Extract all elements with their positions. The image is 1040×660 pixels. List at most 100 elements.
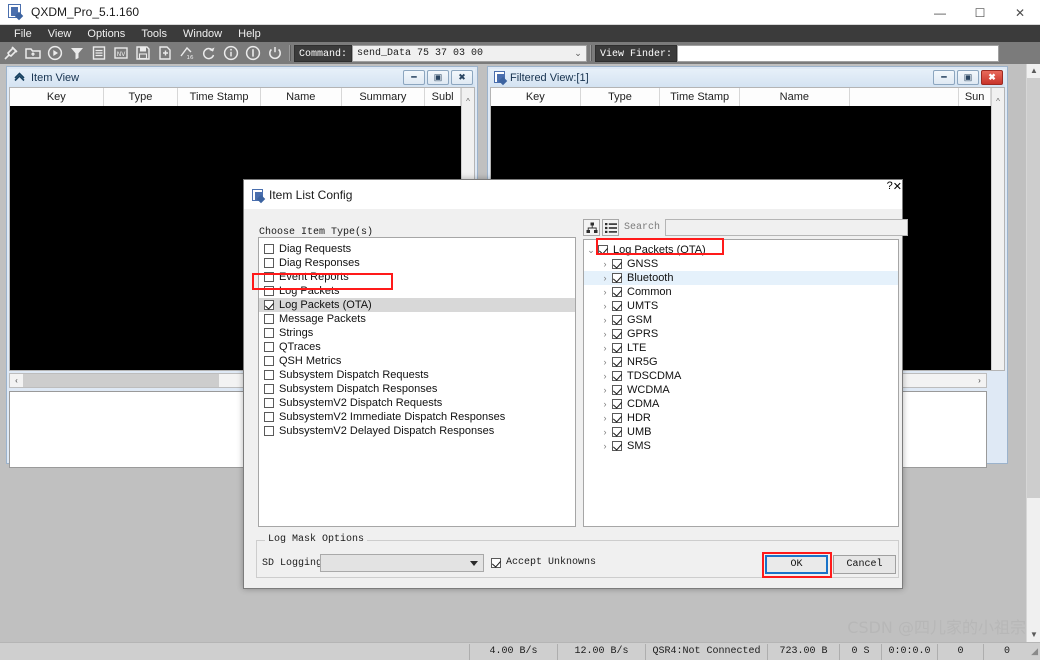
checkbox-tree-cdma[interactable]: [612, 399, 622, 409]
item-type-row-subsystemv2-immediate-dispatch-responses[interactable]: SubsystemV2 Immediate Dispatch Responses: [259, 410, 575, 424]
checkbox-strings[interactable]: [264, 328, 274, 338]
collapsed-chevron-icon[interactable]: ›: [598, 427, 612, 437]
tree-row-hdr[interactable]: › HDR: [584, 411, 898, 425]
alert-icon[interactable]: [243, 43, 263, 63]
collapsed-chevron-icon[interactable]: ›: [598, 287, 612, 297]
item-type-row-subsystemv2-delayed-dispatch-responses[interactable]: SubsystemV2 Delayed Dispatch Responses: [259, 424, 575, 438]
tree-row-wcdma[interactable]: › WCDMA: [584, 383, 898, 397]
checkbox-tree-gprs[interactable]: [612, 329, 622, 339]
item-type-row-diag-responses[interactable]: Diag Responses: [259, 256, 575, 270]
cancel-button[interactable]: Cancel: [833, 555, 896, 574]
maximize-button[interactable]: ☐: [960, 0, 1000, 25]
collapsed-chevron-icon[interactable]: ›: [598, 357, 612, 367]
column-header-type[interactable]: Type: [104, 88, 179, 106]
item-type-row-diag-requests[interactable]: Diag Requests: [259, 242, 575, 256]
checkbox-message-packets[interactable]: [264, 314, 274, 324]
save-icon[interactable]: [133, 43, 153, 63]
collapsed-chevron-icon[interactable]: ›: [598, 343, 612, 353]
column-header-key[interactable]: Key: [10, 88, 104, 106]
collapsed-chevron-icon[interactable]: ›: [598, 329, 612, 339]
filtered-view-restore-button[interactable]: ▣: [957, 70, 979, 85]
item-type-row-message-packets[interactable]: Message Packets: [259, 312, 575, 326]
connect-plug-icon[interactable]: [1, 43, 21, 63]
checkbox-tree-common[interactable]: [612, 287, 622, 297]
collapsed-chevron-icon[interactable]: ›: [598, 441, 612, 451]
tree-row-sms[interactable]: › SMS: [584, 439, 898, 453]
ok-button[interactable]: OK: [765, 555, 828, 574]
accept-unknowns-row[interactable]: Accept Unknowns: [491, 557, 596, 568]
filtered-view-vertical-scrollbar[interactable]: [991, 106, 1004, 370]
checkbox-diag-responses[interactable]: [264, 258, 274, 268]
item-type-row-subsystemv2-dispatch-requests[interactable]: SubsystemV2 Dispatch Requests: [259, 396, 575, 410]
tree-view-icon[interactable]: [583, 219, 600, 236]
nv-browser-icon[interactable]: NV: [111, 43, 131, 63]
refresh-icon[interactable]: [199, 43, 219, 63]
chevron-down-icon[interactable]: [470, 561, 478, 566]
item-type-row-qtraces[interactable]: QTraces: [259, 340, 575, 354]
tree-row-gnss[interactable]: › GNSS: [584, 257, 898, 271]
tree-row-log-packets-ota-root[interactable]: ⌄ Log Packets (OTA): [584, 243, 898, 257]
view-finder-input[interactable]: [678, 45, 999, 61]
tree-row-cdma[interactable]: › CDMA: [584, 397, 898, 411]
item-view-restore-button[interactable]: ▣: [427, 70, 449, 85]
checkbox-tree-wcdma[interactable]: [612, 385, 622, 395]
checkbox-subsystemv2-immediate-dispatch-responses[interactable]: [264, 412, 274, 422]
fv-column-header-type[interactable]: Type: [581, 88, 661, 106]
collapsed-chevron-icon[interactable]: ›: [598, 371, 612, 381]
fv-column-header-time-stamp[interactable]: Time Stamp: [660, 88, 741, 106]
checkbox-tree-log-packets-ota[interactable]: [598, 245, 608, 255]
power-icon[interactable]: [265, 43, 285, 63]
command-combo[interactable]: ⌄: [352, 44, 588, 62]
collapsed-chevron-icon[interactable]: ›: [598, 301, 612, 311]
checkbox-event-reports[interactable]: [264, 272, 274, 282]
checkbox-tree-gsm[interactable]: [612, 315, 622, 325]
fv-column-header-name[interactable]: Name: [740, 88, 850, 106]
scroll-left-arrow-icon[interactable]: ‹: [10, 376, 23, 385]
tree-row-tdscdma[interactable]: › TDSCDMA: [584, 369, 898, 383]
item-list-config-dialog[interactable]: Item List Config ? ✕ Choose Item Type(s)…: [243, 179, 909, 589]
checkbox-tree-tdscdma[interactable]: [612, 371, 622, 381]
collapsed-chevron-icon[interactable]: ›: [598, 399, 612, 409]
checkbox-qsh-metrics[interactable]: [264, 356, 274, 366]
checkbox-tree-nr5g[interactable]: [612, 357, 622, 367]
fv-column-header-key[interactable]: Key: [491, 88, 581, 106]
column-header-summary[interactable]: Summary: [342, 88, 426, 106]
item-view-close-button[interactable]: ✖: [451, 70, 473, 85]
checkbox-tree-umb[interactable]: [612, 427, 622, 437]
tree-row-lte[interactable]: › LTE: [584, 341, 898, 355]
fv-column-header-sun[interactable]: Sun: [959, 88, 992, 106]
item-type-row-event-reports[interactable]: Event Reports: [259, 270, 575, 284]
mdi-scroll-down-arrow-icon[interactable]: ▼: [1027, 628, 1040, 642]
view-finder-field[interactable]: [677, 44, 1000, 62]
list-view-icon[interactable]: [602, 219, 619, 236]
mdi-vertical-scrollbar[interactable]: ▲ ▼: [1026, 64, 1040, 642]
item-view-hscroll-thumb[interactable]: [23, 374, 219, 387]
column-header-subl[interactable]: Subl: [425, 88, 462, 106]
tree-row-common[interactable]: › Common: [584, 285, 898, 299]
expanded-chevron-icon[interactable]: ⌄: [584, 245, 598, 256]
item-types-listbox[interactable]: Diag Requests Diag Responses Event Repor…: [258, 237, 576, 527]
checkbox-subsystem-dispatch-responses[interactable]: [264, 384, 274, 394]
tree-row-bluetooth[interactable]: › Bluetooth: [584, 271, 898, 285]
filter-icon[interactable]: [67, 43, 87, 63]
menu-item-help[interactable]: Help: [230, 27, 269, 41]
collapsed-chevron-icon[interactable]: ›: [598, 259, 612, 269]
scroll-right-arrow-icon[interactable]: ›: [973, 376, 986, 385]
command-input[interactable]: [353, 45, 559, 61]
column-header-time-stamp[interactable]: Time Stamp: [178, 88, 261, 106]
info-icon[interactable]: [221, 43, 241, 63]
checkbox-accept-unknowns[interactable]: [491, 557, 501, 568]
log-packets-tree[interactable]: ⌄ Log Packets (OTA) › GNSS › Bluetooth ›: [583, 239, 899, 527]
checkbox-tree-umts[interactable]: [612, 301, 622, 311]
checkbox-subsystemv2-delayed-dispatch-responses[interactable]: [264, 426, 274, 436]
tree-row-gsm[interactable]: › GSM: [584, 313, 898, 327]
item-type-row-strings[interactable]: Strings: [259, 326, 575, 340]
tree-row-umts[interactable]: › UMTS: [584, 299, 898, 313]
checkbox-tree-hdr[interactable]: [612, 413, 622, 423]
search-input[interactable]: [666, 220, 908, 235]
item-view-minimize-button[interactable]: ━: [403, 70, 425, 85]
item-type-row-subsystem-dispatch-responses[interactable]: Subsystem Dispatch Responses: [259, 382, 575, 396]
tree-row-umb[interactable]: › UMB: [584, 425, 898, 439]
minimize-button[interactable]: —: [920, 0, 960, 25]
filtered-view-minimize-button[interactable]: ━: [933, 70, 955, 85]
